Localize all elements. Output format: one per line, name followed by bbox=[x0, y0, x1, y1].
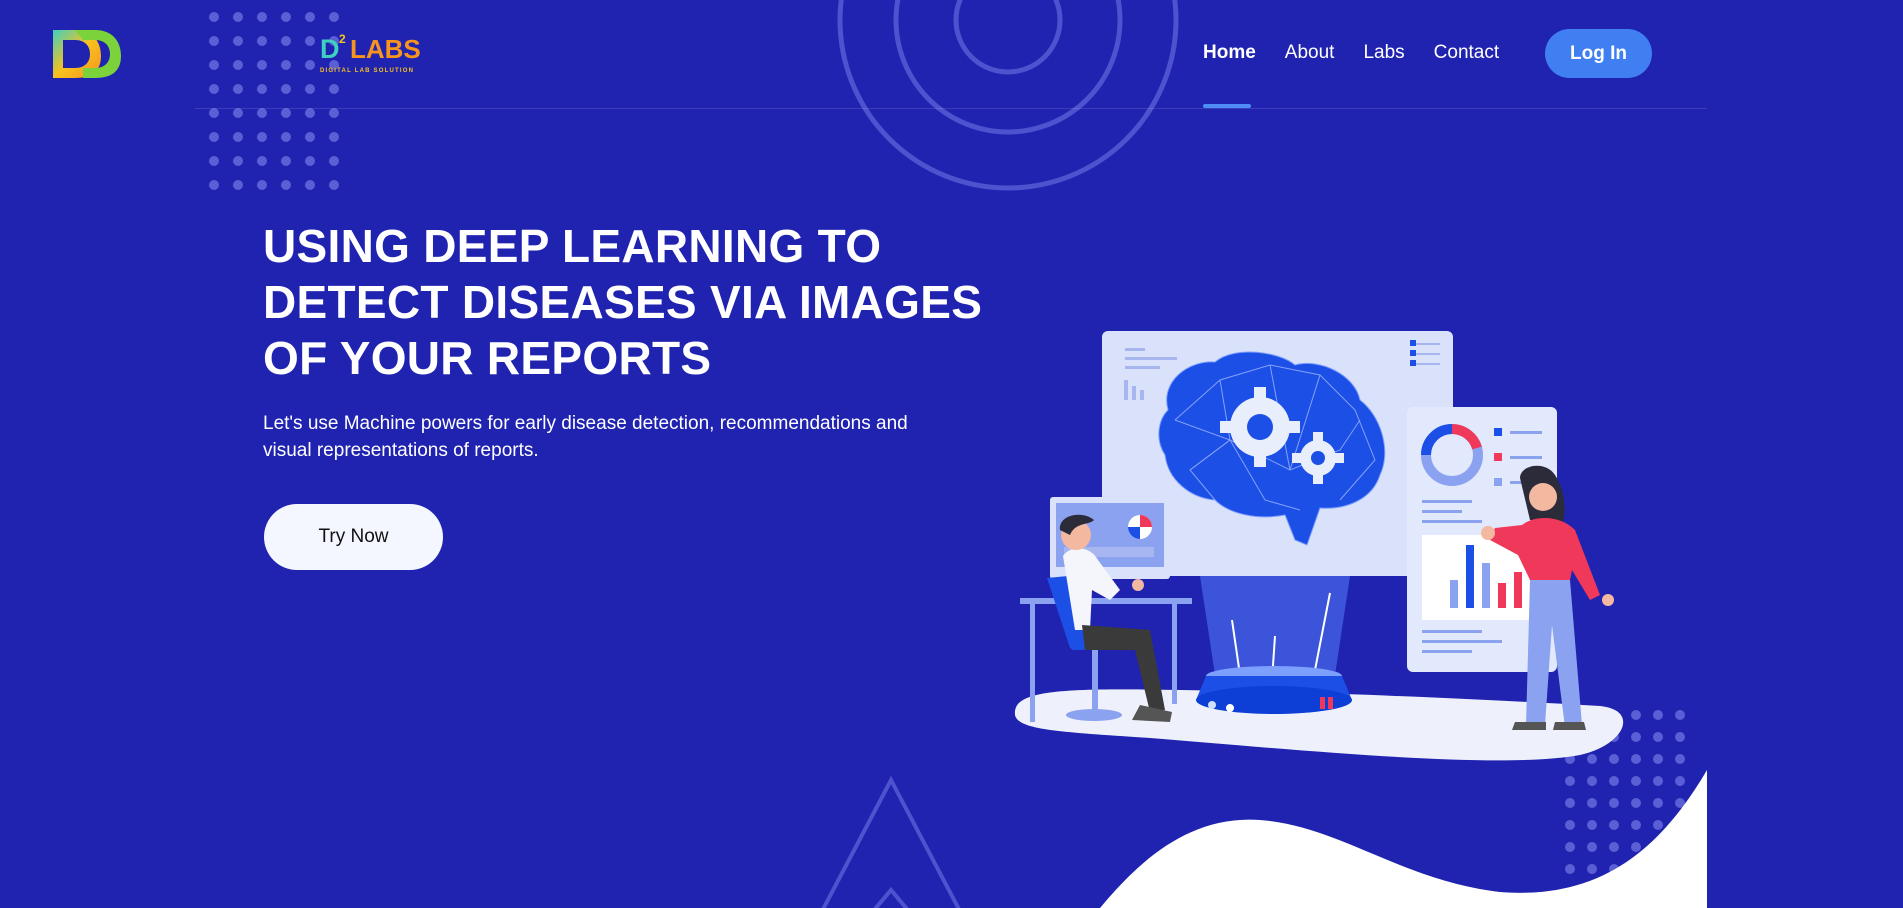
logo-superscript: 2 bbox=[339, 32, 346, 46]
hero-title-line: DETECT DISEASES VIA IMAGES bbox=[263, 276, 983, 328]
hero-description-line: visual representations of reports. bbox=[263, 440, 539, 461]
nav-labs[interactable]: Labs bbox=[1363, 42, 1404, 64]
try-now-button[interactable]: Try Now bbox=[264, 504, 443, 570]
nav-about[interactable]: About bbox=[1285, 42, 1335, 64]
hero-section: D 2 LABS DIGITAL LAB SOLUTION Home About… bbox=[0, 0, 1903, 908]
hero-description: Let's use Machine powers for early disea… bbox=[263, 410, 923, 464]
nav-contact[interactable]: Contact bbox=[1434, 42, 1499, 64]
active-nav-indicator bbox=[1203, 104, 1251, 108]
logo-mark-icon bbox=[53, 30, 121, 78]
logo-d2: D bbox=[320, 34, 340, 64]
logo-word: LABS bbox=[350, 34, 421, 64]
hero-title: USING DEEP LEARNING TO DETECT DISEASES V… bbox=[263, 218, 983, 386]
login-button[interactable]: Log In bbox=[1545, 29, 1652, 78]
hero-title-line: OF YOUR REPORTS bbox=[263, 332, 712, 384]
hero-description-line: Let's use Machine powers for early disea… bbox=[263, 413, 908, 434]
main-nav: Home About Labs Contact bbox=[1203, 42, 1528, 64]
hero-title-line: USING DEEP LEARNING TO bbox=[263, 220, 882, 272]
nav-home[interactable]: Home bbox=[1203, 42, 1256, 64]
logo-tagline: DIGITAL LAB SOLUTION bbox=[320, 68, 415, 74]
brand-logo[interactable] bbox=[53, 26, 223, 82]
